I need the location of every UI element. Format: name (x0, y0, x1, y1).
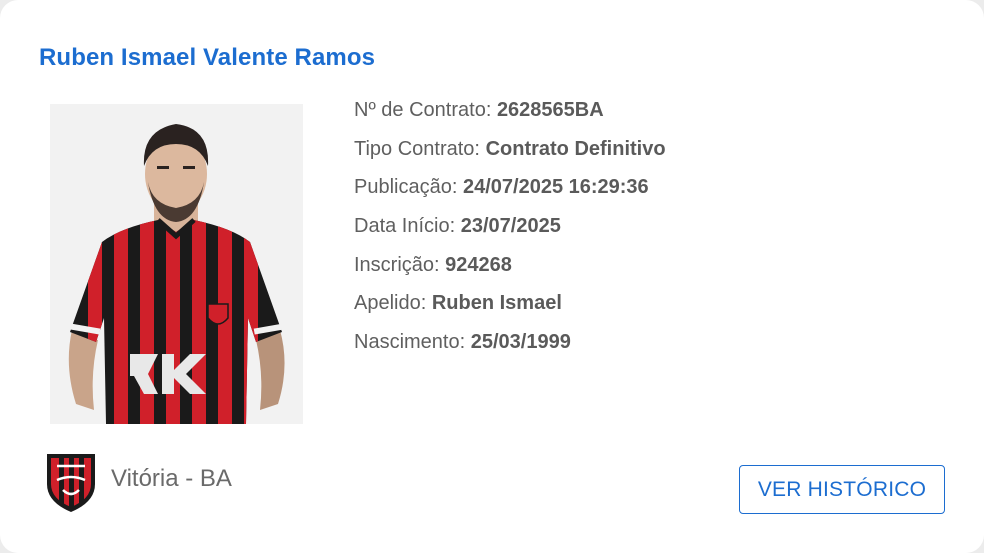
detail-label: Publicação: (354, 176, 458, 199)
detail-value: Ruben Ismael (431, 292, 562, 315)
player-name[interactable]: Ruben Ismael Valente Ramos (39, 44, 375, 72)
detail-label: Data Início: (354, 215, 456, 238)
detail-contract-number: Nº de Contrato: 2628565BA (354, 96, 666, 135)
detail-value: 24/07/2025 16:29:36 (462, 176, 649, 199)
contract-details: Nº de Contrato: 2628565BA Tipo Contrato:… (354, 96, 666, 367)
detail-nickname: Apelido: Ruben Ismael (354, 289, 666, 328)
detail-value: 2628565BA (496, 99, 604, 121)
player-photo (50, 104, 303, 424)
view-history-button[interactable]: VER HISTÓRICO (739, 465, 945, 514)
player-contract-card: Ruben Ismael Valente Ramos Nº de Contrat… (0, 0, 984, 553)
detail-registration: Inscrição: 924268 (354, 251, 666, 290)
detail-label: Apelido: (354, 292, 427, 315)
detail-value: Contrato Definitivo (485, 137, 666, 160)
detail-label: Tipo Contrato: (354, 137, 480, 160)
player-photo-illustration (50, 104, 303, 424)
club-info: Vitória - BA (43, 450, 232, 514)
detail-value: 25/03/1999 (470, 331, 571, 354)
detail-value: 924268 (445, 253, 512, 276)
detail-publication: Publicação: 24/07/2025 16:29:36 (354, 173, 666, 212)
detail-label: Inscrição: (354, 253, 440, 276)
detail-label: Nascimento: (354, 331, 466, 354)
club-name[interactable]: Vitória - BA (111, 465, 232, 493)
club-crest-icon (47, 454, 95, 512)
detail-contract-type: Tipo Contrato: Contrato Definitivo (354, 135, 666, 174)
detail-birth-date: Nascimento: 25/03/1999 (354, 328, 666, 367)
detail-start-date: Data Início: 23/07/2025 (354, 212, 666, 251)
detail-value: 23/07/2025 (460, 215, 561, 238)
detail-label: Nº de Contrato: (354, 99, 492, 121)
